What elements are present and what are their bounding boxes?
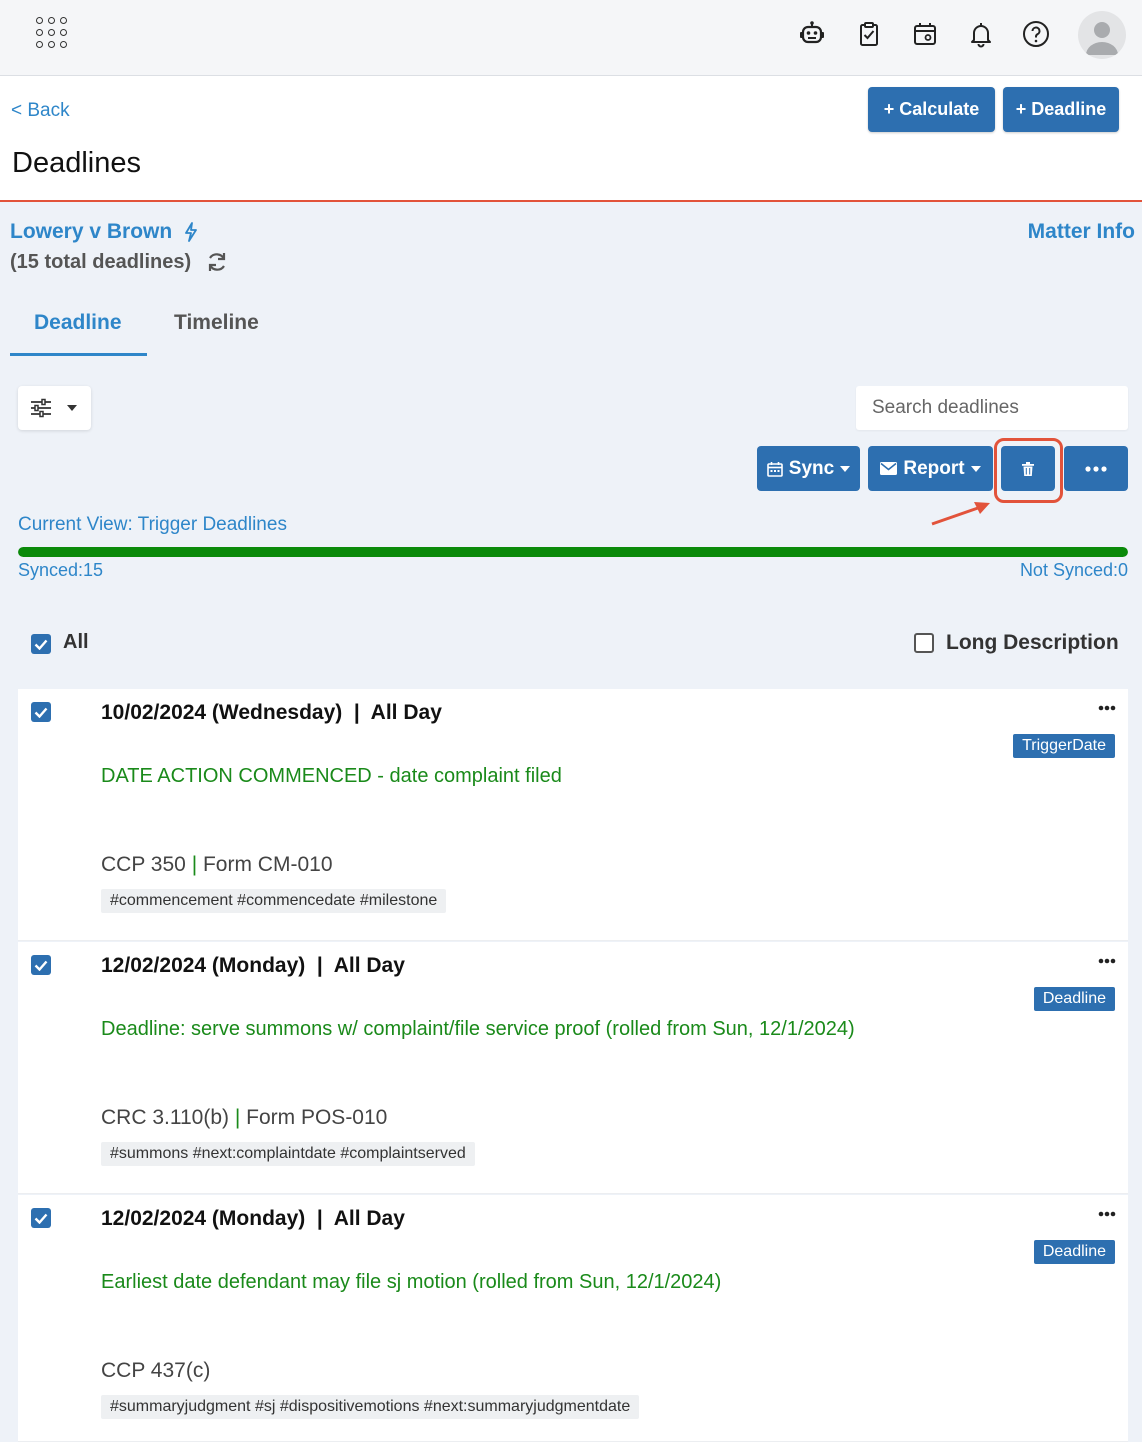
deadline-description: Earliest date defendant may file sj moti…	[101, 1271, 722, 1293]
deadline-rule: CCP 350 | Form CM-010	[101, 853, 333, 877]
ellipsis-icon[interactable]	[1098, 1211, 1116, 1217]
form-code: Form CM-010	[202, 853, 333, 876]
sliders-icon	[31, 398, 51, 418]
annotation-arrow	[931, 502, 990, 526]
deadline-date: 12/02/2024 (Monday) | All Day	[101, 1207, 405, 1230]
bolt-icon	[185, 222, 197, 242]
long-description-label: Long Description	[946, 631, 1119, 654]
deadline-tags: #commencement #commencedate #milestone	[101, 889, 447, 913]
sync-progress-fill	[18, 547, 1128, 557]
ellipsis-icon[interactable]	[1098, 958, 1116, 964]
deadline-description: Deadline: serve summons w/ complaint/fil…	[101, 1018, 855, 1040]
clipboard-check-icon[interactable]	[855, 20, 883, 48]
rule-separator: |	[234, 1106, 247, 1129]
rule-code: CCP 350	[101, 853, 186, 876]
deadline-tags: #summons #next:complaintdate #complaints…	[101, 1142, 475, 1166]
deadline-rule: CRC 3.110(b) | Form POS-010	[101, 1106, 387, 1130]
calendar-small-icon	[766, 461, 783, 477]
form-code: Form POS-010	[246, 1106, 388, 1129]
select-all-label: All	[63, 631, 89, 653]
rule-code: CRC 3.110(b)	[101, 1106, 229, 1129]
sync-progress-bar	[18, 547, 1128, 557]
ellipsis-icon	[1085, 465, 1107, 472]
calculate-button[interactable]: + Calculate	[868, 87, 995, 132]
deadline-checkbox[interactable]	[31, 1208, 51, 1228]
not-synced-count: Not Synced:0	[1019, 560, 1128, 580]
rule-code: CCP 437(c)	[101, 1359, 211, 1382]
current-view-label[interactable]: Current View: Trigger Deadlines	[18, 514, 287, 536]
deadline-type-badge: Deadline	[1033, 987, 1115, 1011]
ellipsis-icon[interactable]	[1098, 705, 1116, 711]
avatar-icon[interactable]	[1078, 11, 1126, 59]
bell-icon[interactable]	[967, 20, 995, 48]
deadline-card: 12/02/2024 (Monday) | All Day Deadline D…	[18, 942, 1128, 1194]
deadline-card: 10/02/2024 (Wednesday) | All Day Trigger…	[18, 689, 1128, 941]
annotation-highlight-box	[994, 438, 1063, 503]
synced-count: Synced:15	[18, 560, 104, 580]
deadline-date: 10/02/2024 (Wednesday) | All Day	[101, 701, 442, 724]
robot-icon[interactable]	[798, 20, 826, 48]
filter-dropdown-button[interactable]	[18, 386, 91, 430]
report-button[interactable]: Report	[868, 446, 993, 491]
deadline-tags: #summaryjudgment #sj #dispositivemotions…	[101, 1395, 640, 1419]
back-link[interactable]: < Back	[11, 100, 70, 122]
select-all-checkbox[interactable]	[31, 634, 51, 654]
tab-deadline[interactable]: Deadline	[34, 311, 122, 335]
deadline-checkbox[interactable]	[31, 955, 51, 975]
caret-down-icon	[67, 405, 77, 411]
report-label: Report	[903, 457, 965, 479]
matter-name-link[interactable]: Lowery v Brown	[10, 220, 172, 244]
top-bar	[0, 0, 1142, 76]
deadline-description: DATE ACTION COMMENCED - date complaint f…	[101, 765, 562, 787]
page-header: < Back Deadlines + Calculate + Deadline	[0, 76, 1142, 202]
apps-grid-icon[interactable]	[36, 17, 68, 49]
long-description-checkbox[interactable]	[914, 633, 934, 653]
page-title: Deadlines	[12, 147, 141, 179]
total-deadlines: (15 total deadlines)	[10, 251, 192, 273]
help-icon[interactable]	[1022, 20, 1050, 48]
sync-button[interactable]: Sync	[757, 446, 860, 491]
matter-info-link[interactable]: Matter Info	[1028, 220, 1135, 244]
calendar-icon[interactable]	[911, 20, 939, 48]
deadline-checkbox[interactable]	[31, 702, 51, 722]
caret-down-icon	[840, 465, 851, 472]
active-tab-indicator	[10, 353, 147, 356]
deadline-date: 12/02/2024 (Monday) | All Day	[101, 954, 405, 977]
deadline-type-badge: Deadline	[1033, 1240, 1115, 1264]
add-deadline-button[interactable]: + Deadline	[1003, 87, 1119, 132]
sync-label: Sync	[788, 457, 835, 479]
deadline-rule: CCP 437(c)	[101, 1359, 210, 1383]
more-actions-button[interactable]	[1064, 446, 1128, 491]
search-input[interactable]	[856, 386, 1128, 430]
caret-down-icon	[970, 465, 981, 472]
tab-timeline[interactable]: Timeline	[174, 311, 259, 335]
deadline-card: 12/02/2024 (Monday) | All Day Deadline E…	[18, 1195, 1128, 1442]
deadline-type-badge: TriggerDate	[1013, 734, 1115, 758]
refresh-icon[interactable]	[205, 250, 229, 274]
rule-separator: |	[191, 853, 203, 876]
envelope-icon	[880, 462, 898, 475]
